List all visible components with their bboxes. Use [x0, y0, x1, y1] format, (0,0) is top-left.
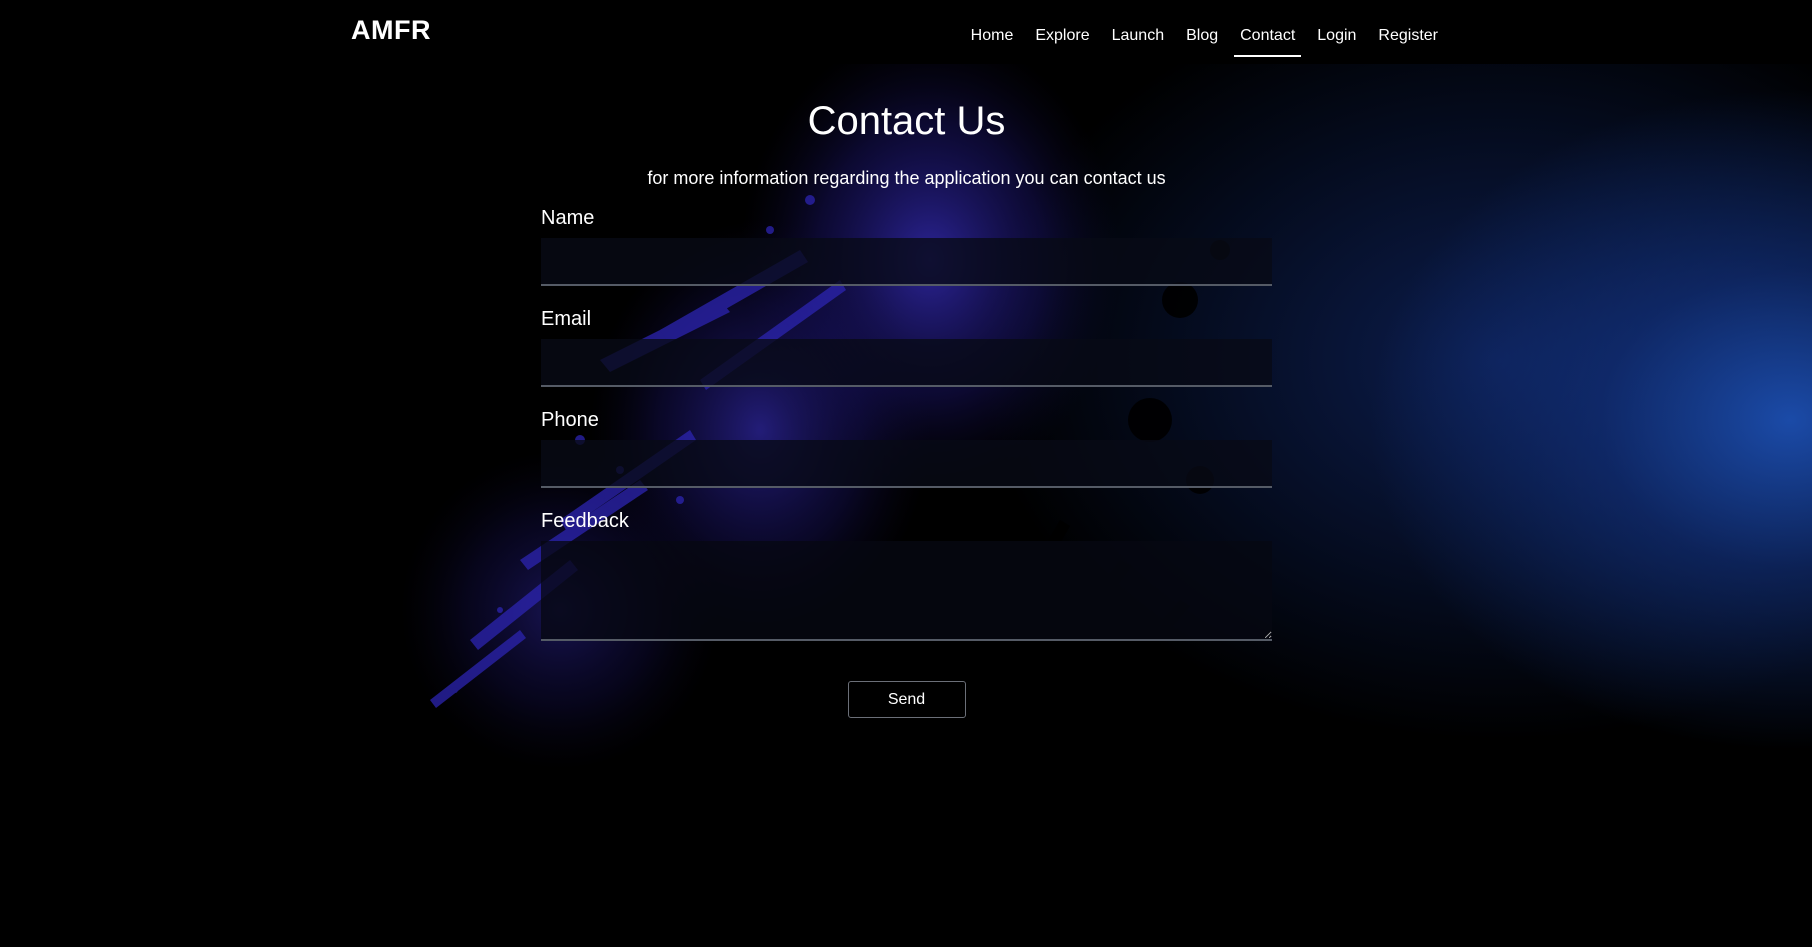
contact-form: Name Email Phone Feedback Send — [541, 206, 1272, 718]
top-navbar: AMFR Home Explore Launch Blog Contact Lo… — [0, 0, 1812, 64]
brand-logo[interactable]: AMFR — [351, 15, 431, 46]
nav-item-blog[interactable]: Blog — [1175, 7, 1229, 57]
nav-item-contact[interactable]: Contact — [1229, 7, 1306, 57]
feedback-textarea[interactable] — [541, 541, 1272, 641]
send-button[interactable]: Send — [847, 681, 966, 718]
nav-item-launch[interactable]: Launch — [1101, 7, 1176, 57]
phone-label: Phone — [541, 409, 599, 431]
name-label: Name — [541, 207, 595, 229]
page-subtitle: for more information regarding the appli… — [647, 168, 1166, 188]
nav-menu: Home Explore Launch Blog Contact Login R… — [960, 0, 1449, 64]
name-input[interactable] — [541, 238, 1272, 286]
phone-input[interactable] — [541, 440, 1272, 488]
contact-page: AMFR Home Explore Launch Blog Contact Lo… — [0, 0, 1812, 947]
nav-item-register[interactable]: Register — [1367, 7, 1449, 57]
bottom-fade — [0, 787, 1812, 947]
page-title: Contact Us — [807, 99, 1006, 143]
send-button-wrapper: Send — [541, 681, 1272, 718]
email-label: Email — [541, 308, 592, 330]
feedback-label: Feedback — [541, 510, 629, 532]
nav-item-home[interactable]: Home — [960, 7, 1025, 57]
nav-item-explore[interactable]: Explore — [1024, 7, 1100, 57]
contact-form-section: Contact Us for more information regardin… — [541, 64, 1272, 718]
nav-item-login[interactable]: Login — [1306, 7, 1367, 57]
email-input[interactable] — [541, 339, 1272, 387]
